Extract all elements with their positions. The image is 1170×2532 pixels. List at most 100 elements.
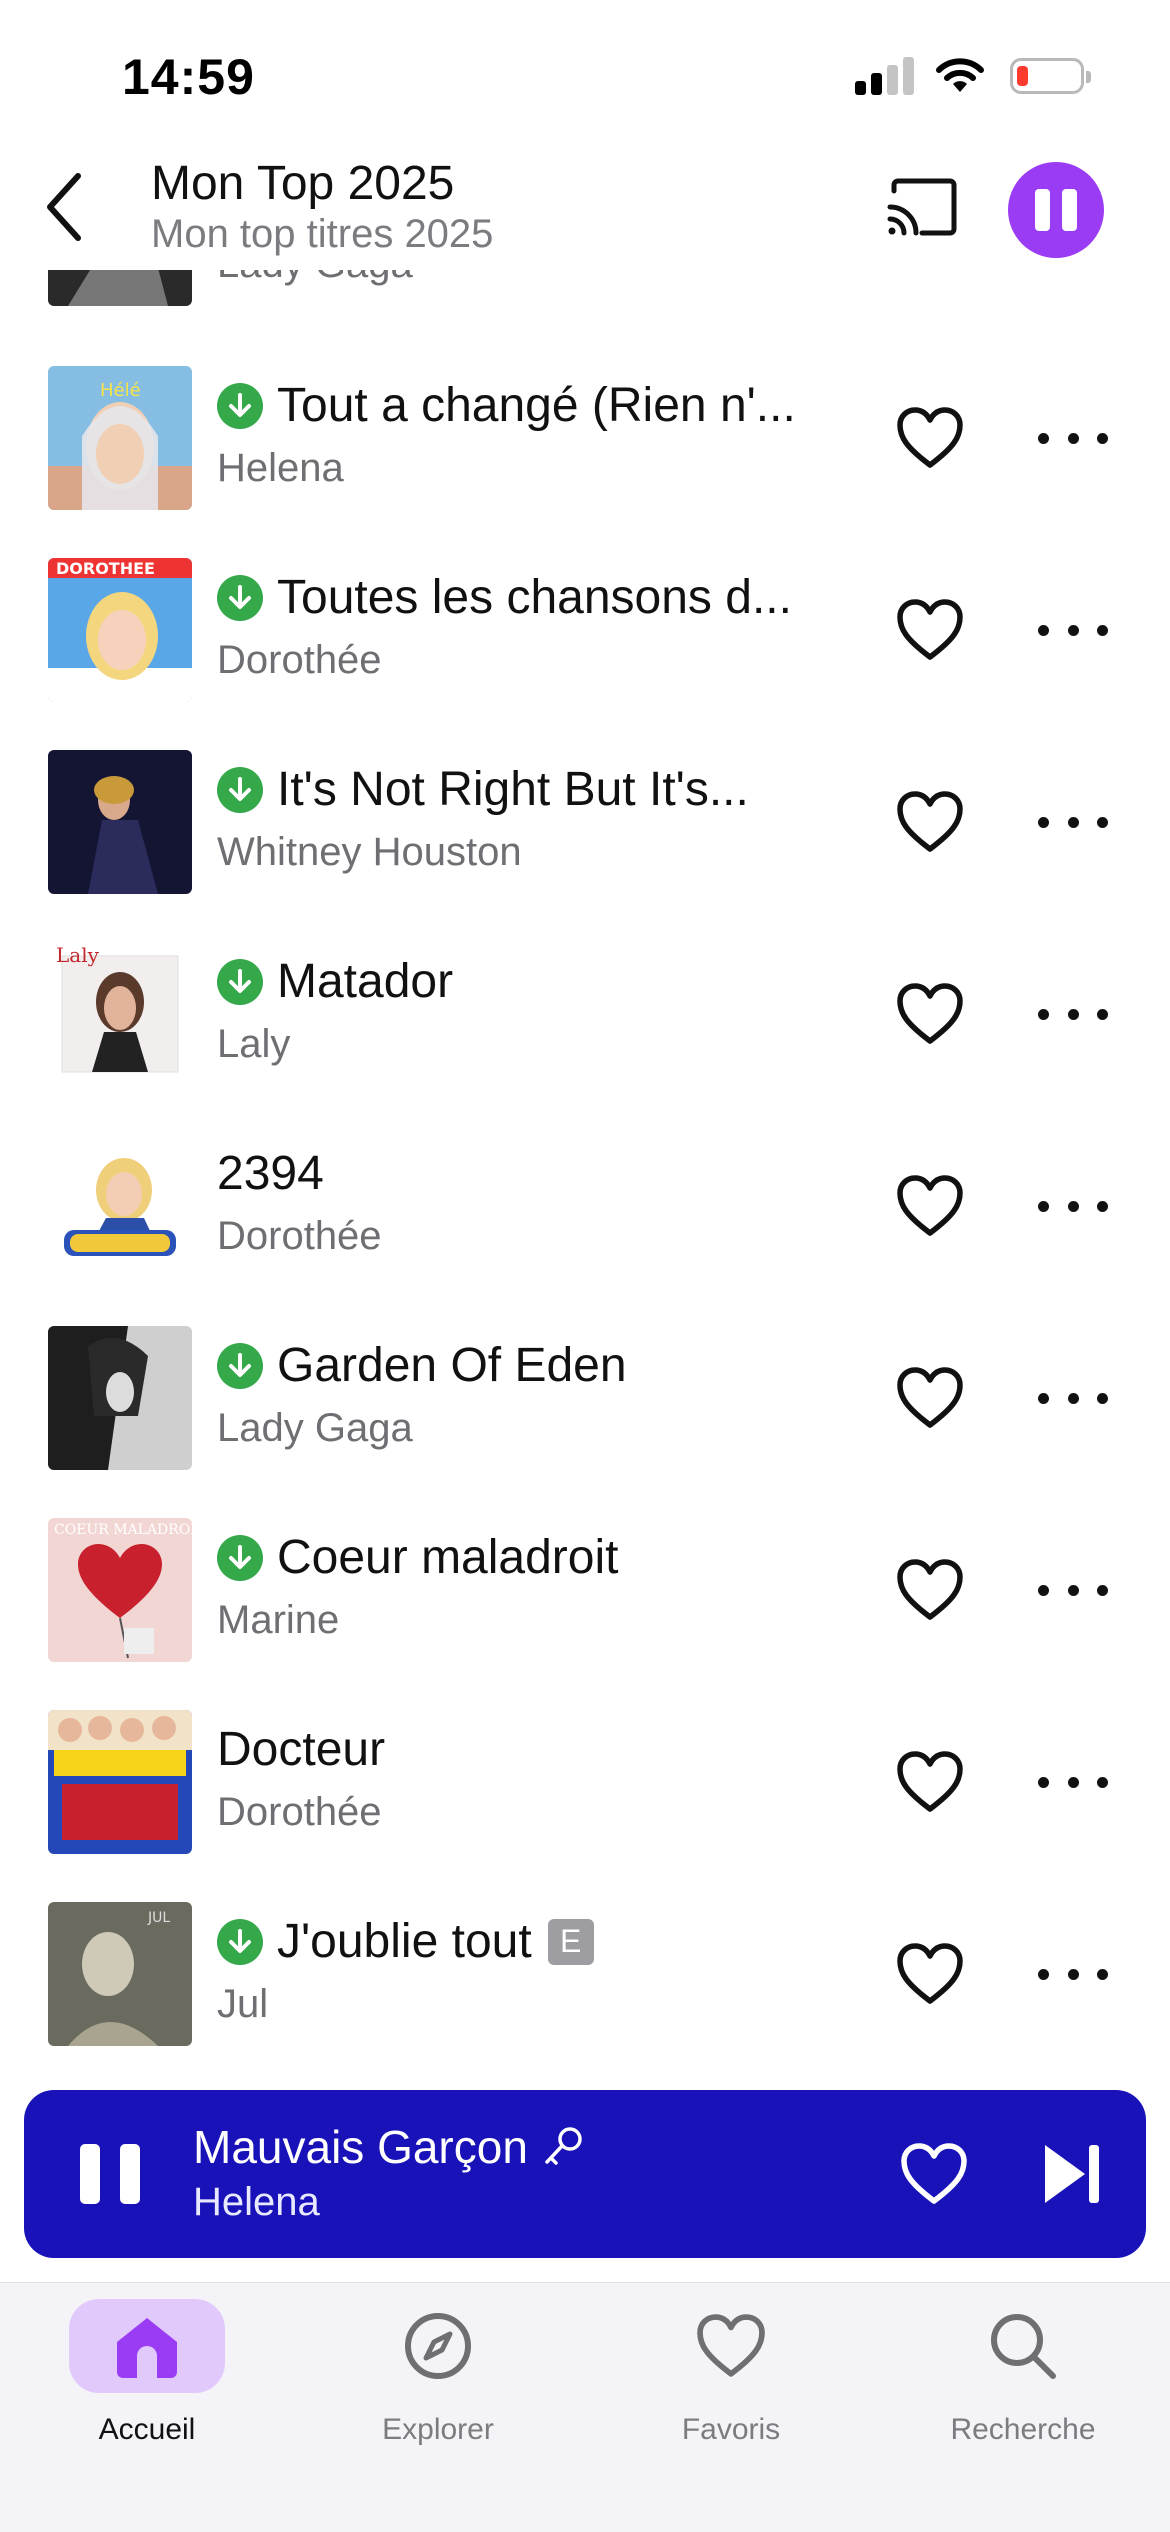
heart-icon [897,1367,963,1428]
pause-icon-bar [80,2144,100,2204]
status-bar: 14:59 [0,0,1170,150]
playlist-header: Mon Top 2025 Mon top titres 2025 [0,150,1170,270]
list-item[interactable]: Hélé Tout a changé (Rien n'... Helena [0,366,1170,558]
track-artist: Marine [217,1598,340,1642]
downloaded-icon [217,382,263,429]
track-title: It's Not Right But It's... [217,762,749,817]
more-options-button[interactable] [1038,1368,1108,1428]
like-button[interactable] [890,1934,970,2014]
tab-label: Explorer [382,2413,494,2446]
more-options-button[interactable] [1038,1560,1108,1620]
track-artist: Dorothée [217,1790,382,1834]
list-item[interactable]: DOROTHEE Toutes les chansons d... Doroth… [0,558,1170,750]
like-button[interactable] [890,1550,970,1630]
more-options-button[interactable] [1038,792,1108,852]
tab-explorer[interactable]: Explorer [323,2293,553,2473]
downloaded-icon [217,766,263,813]
downloaded-icon [217,1918,263,1965]
cast-icon [887,178,957,236]
svg-text:COEUR MALADROIT: COEUR MALADROIT [54,1522,192,1538]
album-cover [48,270,192,306]
mini-player[interactable]: Mauvais Garçon Helena [24,2090,1146,2258]
status-time: 14:59 [122,49,255,105]
pause-icon-bar [1062,189,1077,231]
page-subtitle: Mon top titres 2025 [151,212,494,256]
track-title: 2394 [217,1147,324,1200]
svg-text:DOROTHEE: DOROTHEE [56,559,155,578]
tab-label: Recherche [950,2413,1096,2446]
back-button[interactable] [34,162,94,252]
heart-icon [897,1559,963,1620]
list-item[interactable]: 2394 Dorothée [0,1134,1170,1326]
tab-favoris[interactable]: Favoris [616,2293,846,2473]
svg-text:JUL: JUL [147,1910,170,1926]
downloaded-icon [217,1534,263,1581]
track-artist: Laly [217,1022,291,1066]
track-title: Tout a changé (Rien n'... [217,378,796,433]
album-cover [48,1134,192,1278]
list-item[interactable]: Garden Of Eden Lady Gaga [0,1326,1170,1518]
like-button[interactable] [890,398,970,478]
heart-icon [897,599,963,660]
heart-icon [901,2143,967,2204]
heart-icon [897,1175,963,1236]
player-track-artist: Helena [193,2180,320,2224]
track-title: Toutes les chansons d... [217,570,792,625]
tab-bar: Accueil Explorer Favoris Recherche [0,2282,1170,2532]
lyrics-microphone-icon [542,2126,584,2168]
tab-label: Accueil [98,2413,196,2446]
player-pause-button[interactable] [80,2136,140,2212]
tab-recherche[interactable]: Recherche [908,2293,1138,2473]
more-options-button[interactable] [1038,1176,1108,1236]
chevron-left-icon [47,173,81,241]
heart-icon [897,407,963,468]
list-item[interactable]: It's Not Right But It's... Whitney Houst… [0,750,1170,942]
album-cover: JUL [48,1902,192,2046]
list-item[interactable]: Laly Matador Laly [0,942,1170,1134]
like-button[interactable] [890,590,970,670]
track-artist: Lady Gaga [217,1406,413,1450]
cast-button[interactable] [882,172,962,242]
svg-text:Hélé: Hélé [100,380,141,401]
like-button[interactable] [890,1742,970,1822]
like-button[interactable] [890,782,970,862]
like-button[interactable] [890,1166,970,1246]
skip-next-button[interactable] [1032,2134,1112,2214]
tab-accueil[interactable]: Accueil [32,2293,262,2473]
track-artist: Lady Gaga [217,270,413,287]
list-item[interactable]: Lady Gaga [0,270,1170,354]
tab-label: Favoris [681,2413,781,2446]
track-artist: Dorothée [217,638,382,682]
downloaded-icon [217,958,263,1005]
more-options-button[interactable] [1038,1752,1108,1812]
album-cover: DOROTHEE [48,558,192,702]
more-options-button[interactable] [1038,408,1108,468]
track-artist: Dorothée [217,1214,382,1258]
player-track-title: Mauvais Garçon [193,2120,584,2174]
list-item[interactable]: JUL J'oublie tout E Jul [0,1902,1170,2070]
like-button[interactable] [890,974,970,1054]
page-title: Mon Top 2025 [151,157,455,210]
search-icon [991,2314,1056,2379]
album-cover [48,1710,192,1854]
more-options-button[interactable] [1038,984,1108,1044]
album-cover: COEUR MALADROIT [48,1518,192,1662]
track-artist: Whitney Houston [217,830,522,874]
more-options-button[interactable] [1038,600,1108,660]
explicit-badge: E [547,1918,594,1965]
player-like-button[interactable] [894,2134,974,2214]
downloaded-icon [217,574,263,621]
heart-icon [897,791,963,852]
pause-button[interactable] [1008,162,1104,258]
track-title: Matador [217,954,453,1009]
like-button[interactable] [890,1358,970,1438]
list-item[interactable]: COEUR MALADROIT Coeur maladroit Marine [0,1518,1170,1710]
more-options-button[interactable] [1038,1944,1108,2004]
track-artist: Helena [217,446,344,490]
album-cover [48,750,192,894]
wifi-icon [935,56,985,101]
list-item[interactable]: Docteur Dorothée [0,1710,1170,1902]
track-list[interactable]: Lady Gaga Hélé Tout a changé (Rien n'...… [0,270,1170,2070]
album-cover [48,1326,192,1470]
album-cover: Laly [48,942,192,1086]
